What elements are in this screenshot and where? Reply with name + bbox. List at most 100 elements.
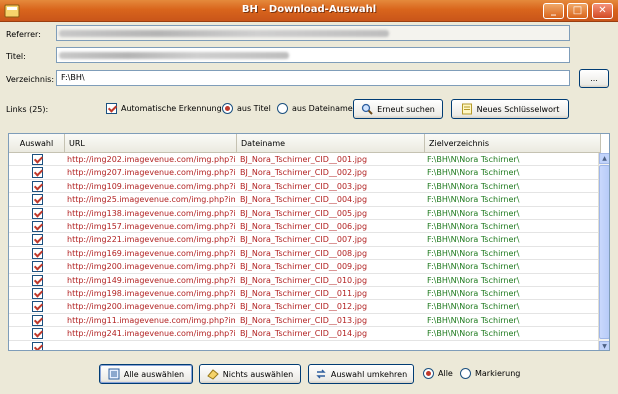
table-row[interactable]: http://img241.imagevenue.com/img.php?i..… xyxy=(9,327,599,341)
table-row[interactable]: http://img200.imagevenue.com/img.php?i..… xyxy=(9,300,599,314)
nichts-auswaehlen-button[interactable]: Nichts auswählen xyxy=(199,364,301,384)
row-checkbox[interactable] xyxy=(32,288,43,299)
row-select-cell[interactable] xyxy=(32,154,43,165)
row-select-cell[interactable] xyxy=(32,167,43,179)
minimize-button[interactable]: _ xyxy=(543,3,564,19)
table-row[interactable]: http://img221.imagevenue.com/img.php?i..… xyxy=(9,233,599,247)
alle-auswaehlen-label: Alle auswählen xyxy=(123,369,185,379)
table-row[interactable]: http://img200.imagevenue.com/img.php?i..… xyxy=(9,260,599,274)
row-zielverzeichnis: F:\BH\N\Nora Tschirner\ xyxy=(427,302,520,312)
markierung-option[interactable]: Markierung xyxy=(460,368,520,379)
row-checkbox[interactable] xyxy=(32,180,43,192)
row-url: http://img200.imagevenue.com/img.php?i..… xyxy=(67,302,235,312)
row-checkbox[interactable] xyxy=(32,221,43,232)
col-header-url[interactable]: URL xyxy=(65,134,237,153)
alle-option[interactable]: Alle xyxy=(423,368,453,379)
browse-button[interactable]: ... xyxy=(579,69,609,88)
alle-auswaehlen-button[interactable]: Alle auswählen xyxy=(99,364,193,384)
aus-titel-option[interactable]: aus Titel xyxy=(222,103,271,114)
row-zielverzeichnis: F:\BH\N\Nora Tschirner\ xyxy=(427,181,520,191)
table-row[interactable]: http://img169.imagevenue.com/img.php?i..… xyxy=(9,247,599,261)
col-header-auswahl[interactable]: Auswahl xyxy=(9,134,65,153)
aus-titel-radio[interactable] xyxy=(222,103,233,114)
row-select-cell[interactable] xyxy=(32,207,43,219)
row-checkbox[interactable] xyxy=(32,314,43,326)
referrer-field[interactable] xyxy=(56,25,570,41)
neues-schluesselwort-label: Neues Schlüsselwort xyxy=(476,104,560,114)
scroll-up-icon[interactable]: ▲ xyxy=(599,153,609,164)
row-checkbox[interactable] xyxy=(32,194,43,206)
aus-dateiname-option[interactable]: aus Dateiname xyxy=(277,103,353,114)
row-checkbox[interactable] xyxy=(32,261,43,273)
maximize-button[interactable]: □ xyxy=(567,3,588,19)
row-checkbox[interactable] xyxy=(32,328,43,340)
row-select-cell[interactable] xyxy=(32,194,43,206)
verzeichnis-field[interactable]: F:\BH\ xyxy=(56,70,570,86)
row-zielverzeichnis: F:\BH\N\Nora Tschirner\ xyxy=(427,262,520,272)
markierung-radio[interactable] xyxy=(460,368,471,379)
col-header-dateiname[interactable]: Dateiname xyxy=(237,134,425,153)
auswahl-umkehren-button[interactable]: Auswahl umkehren xyxy=(308,364,414,384)
table-row[interactable]: http://img109.imagevenue.com/img.php?i..… xyxy=(9,180,599,194)
table-row[interactable]: http://img198.imagevenue.com/img.php?i..… xyxy=(9,287,599,301)
scroll-down-icon[interactable]: ▼ xyxy=(599,341,609,350)
row-select-cell[interactable] xyxy=(32,314,43,326)
table-row[interactable]: http://img25.imagevenue.com/img.php?im..… xyxy=(9,193,599,207)
aus-dateiname-label: aus Dateiname xyxy=(292,104,353,113)
close-button[interactable]: ✕ xyxy=(592,3,613,19)
title-bar[interactable]: BH - Download-Auswahl _ □ ✕ xyxy=(0,0,618,22)
row-zielverzeichnis: F:\BH\N\Nora Tschirner\ xyxy=(427,222,520,231)
row-zielverzeichnis: F:\BH\N\Nora Tschirner\ xyxy=(427,155,520,164)
titel-label: Titel: xyxy=(6,52,26,61)
alle-radio[interactable] xyxy=(423,368,434,379)
row-dateiname: BJ_Nora_Tschirner_CID__011.jpg xyxy=(240,289,368,298)
row-select-cell[interactable] xyxy=(32,180,43,192)
table-row[interactable]: http://img157.imagevenue.com/img.php?i..… xyxy=(9,220,599,234)
row-url: http://img138.imagevenue.com/img.php?i..… xyxy=(67,208,235,218)
row-select-cell[interactable] xyxy=(32,221,43,232)
row-select-cell[interactable] xyxy=(32,341,43,350)
table-body: http://img202.imagevenue.com/img.php?i..… xyxy=(9,153,599,350)
row-checkbox[interactable] xyxy=(32,247,43,259)
row-checkbox[interactable] xyxy=(32,207,43,219)
row-checkbox[interactable] xyxy=(32,341,43,350)
table-row[interactable]: http://img11.imagevenue.com/img.php?im..… xyxy=(9,314,599,328)
table-row[interactable] xyxy=(9,341,599,350)
table-row[interactable]: http://img202.imagevenue.com/img.php?i..… xyxy=(9,153,599,167)
row-checkbox[interactable] xyxy=(32,167,43,179)
titel-field[interactable] xyxy=(56,47,570,63)
table-row[interactable]: http://img138.imagevenue.com/img.php?i..… xyxy=(9,207,599,220)
row-checkbox[interactable] xyxy=(32,154,43,165)
row-select-cell[interactable] xyxy=(32,301,43,313)
erneut-suchen-button[interactable]: Erneut suchen xyxy=(353,99,443,119)
vertical-scrollbar[interactable]: ▲ ▼ xyxy=(598,153,609,350)
row-url: http://img241.imagevenue.com/img.php?i..… xyxy=(67,329,235,339)
row-select-cell[interactable] xyxy=(32,288,43,299)
row-select-cell[interactable] xyxy=(32,328,43,340)
col-header-zielverzeichnis[interactable]: Zielverzeichnis xyxy=(425,134,601,153)
eraser-icon xyxy=(207,369,219,380)
auto-erkennung-option[interactable]: Automatische Erkennung xyxy=(106,103,222,114)
auto-erkennung-checkbox[interactable] xyxy=(106,103,117,114)
row-url: http://img198.imagevenue.com/img.php?i..… xyxy=(67,289,235,298)
row-dateiname: BJ_Nora_Tschirner_CID__010.jpg xyxy=(240,275,368,285)
table-row[interactable]: http://img207.imagevenue.com/img.php?i..… xyxy=(9,166,599,180)
referrer-label: Referrer: xyxy=(6,30,41,39)
links-count-label: Links (25): xyxy=(6,105,49,114)
row-select-cell[interactable] xyxy=(32,274,43,286)
scroll-thumb[interactable] xyxy=(599,165,609,339)
aus-dateiname-radio[interactable] xyxy=(277,103,288,114)
row-checkbox[interactable] xyxy=(32,301,43,313)
row-select-cell[interactable] xyxy=(32,234,43,246)
row-select-cell[interactable] xyxy=(32,247,43,259)
row-checkbox[interactable] xyxy=(32,234,43,246)
row-select-cell[interactable] xyxy=(32,261,43,273)
neues-schluesselwort-button[interactable]: Neues Schlüsselwort xyxy=(451,99,569,119)
row-checkbox[interactable] xyxy=(32,274,43,286)
row-zielverzeichnis: F:\BH\N\Nora Tschirner\ xyxy=(427,235,520,245)
table-row[interactable]: http://img149.imagevenue.com/img.php?i..… xyxy=(9,274,599,287)
nichts-auswaehlen-label: Nichts auswählen xyxy=(222,369,294,379)
row-zielverzeichnis: F:\BH\N\Nora Tschirner\ xyxy=(427,329,520,339)
row-dateiname: BJ_Nora_Tschirner_CID__012.jpg xyxy=(240,302,368,312)
links-table[interactable]: Auswahl URL Dateiname Zielverzeichnis ht… xyxy=(8,133,610,351)
